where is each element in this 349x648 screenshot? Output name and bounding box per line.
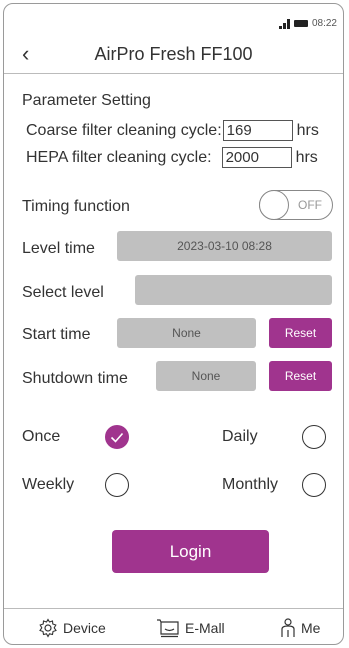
toggle-state: OFF <box>298 198 322 212</box>
page-title: AirPro Fresh FF100 <box>94 44 253 64</box>
level-time-label: Level time <box>22 240 95 257</box>
coarse-filter-label: Coarse filter cleaning cycle: <box>26 121 222 139</box>
shutdown-time-reset-button[interactable]: Reset <box>269 361 332 391</box>
daily-radio[interactable] <box>302 425 326 449</box>
coarse-filter-unit: hrs <box>296 121 319 139</box>
parameter-section-title: Parameter Setting <box>22 92 151 109</box>
hepa-filter-input[interactable] <box>221 147 292 168</box>
status-time: 08:22 <box>311 18 337 29</box>
level-time-field[interactable]: 2023-03-10 08:28 <box>117 231 332 261</box>
tab-emall-label: E-Mall <box>185 620 225 636</box>
shutdown-time-value: None <box>191 369 221 383</box>
hepa-filter-unit: hrs <box>295 148 318 166</box>
reset-label: Reset <box>284 369 317 383</box>
monthly-label: Monthly <box>222 476 279 493</box>
start-time-reset-button[interactable]: Reset <box>269 318 332 348</box>
reset-label: Reset <box>284 326 317 340</box>
tab-emall[interactable]: E-Mall <box>156 618 225 638</box>
once-radio[interactable] <box>105 425 129 449</box>
weekly-radio[interactable] <box>105 473 129 497</box>
signal-icon <box>278 18 290 29</box>
hepa-filter-row: HEPA filter cleaning cycle: hrs <box>26 147 318 168</box>
tab-device[interactable]: Device <box>38 618 106 638</box>
checkmark-icon <box>110 432 124 443</box>
person-icon <box>281 618 295 637</box>
once-label: Once <box>22 428 61 445</box>
timing-function-label: Timing function <box>22 198 130 215</box>
hepa-filter-label: HEPA filter cleaning cycle: <box>26 148 212 166</box>
tab-me[interactable]: Me <box>280 618 320 638</box>
header: ‹ AirPro Fresh FF100 <box>4 38 343 70</box>
monthly-radio[interactable] <box>302 473 326 497</box>
timing-toggle[interactable]: OFF <box>259 190 333 220</box>
coarse-filter-row: Coarse filter cleaning cycle: hrs <box>26 120 319 141</box>
select-level-label: Select level <box>22 284 104 301</box>
tab-device-label: Device <box>63 620 106 636</box>
coarse-filter-input[interactable] <box>222 120 293 141</box>
gear-icon <box>39 618 57 638</box>
battery-icon <box>293 20 308 27</box>
daily-label: Daily <box>222 428 258 445</box>
login-label: Login <box>169 541 212 561</box>
level-time-value: 2023-03-10 08:28 <box>177 239 272 253</box>
select-level-field[interactable] <box>135 275 332 305</box>
header-divider <box>4 73 343 74</box>
login-button[interactable]: Login <box>112 530 269 573</box>
shutdown-time-label: Shutdown time <box>22 370 128 387</box>
app-frame: 08:22 ‹ AirPro Fresh FF100 Parameter Set… <box>3 3 344 645</box>
tabbar-divider <box>4 608 343 609</box>
tab-me-label: Me <box>301 620 321 636</box>
cart-icon <box>157 619 179 638</box>
weekly-label: Weekly <box>22 476 75 493</box>
start-time-field[interactable]: None <box>117 318 256 348</box>
toggle-knob <box>259 190 289 220</box>
shutdown-time-field[interactable]: None <box>156 361 256 391</box>
status-bar: 08:22 <box>278 18 337 29</box>
start-time-label: Start time <box>22 326 91 343</box>
start-time-value: None <box>172 326 201 340</box>
